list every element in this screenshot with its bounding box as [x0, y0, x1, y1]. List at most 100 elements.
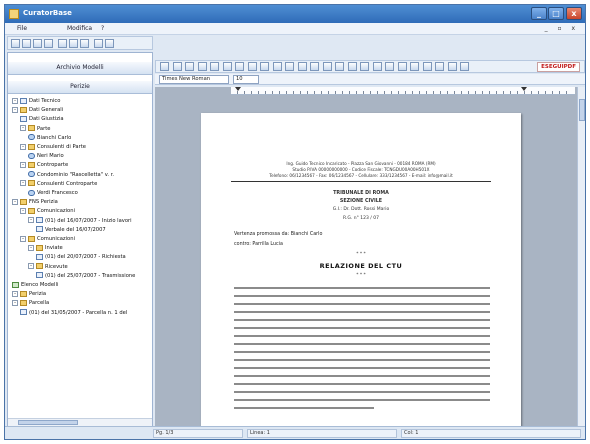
tree-node[interactable]: Verdi Francesco — [28, 189, 78, 197]
expand-collapse-icon[interactable]: - — [20, 125, 26, 132]
scroll-thumb[interactable] — [579, 99, 585, 121]
open-icon[interactable] — [22, 39, 31, 48]
list-icon[interactable] — [210, 62, 219, 71]
menu-help[interactable]: ? — [101, 25, 104, 32]
expand-collapse-icon[interactable]: - — [12, 299, 18, 306]
table-icon[interactable] — [172, 62, 182, 71]
tree-node[interactable]: - FNS Perizia — [12, 198, 58, 206]
color-icon[interactable] — [360, 62, 369, 71]
scroll-thumb[interactable] — [18, 420, 78, 425]
tree-node[interactable]: - Consulenti di Parte — [20, 143, 86, 151]
expand-collapse-icon[interactable]: - — [12, 106, 18, 113]
print-icon[interactable] — [44, 39, 53, 48]
tree-node[interactable]: (01) del 25/07/2007 - Trasmissione — [36, 272, 135, 280]
tree-node[interactable]: (01) del 31/05/2007 - Parcella n. 1 del — [20, 309, 127, 317]
new-icon[interactable] — [11, 39, 20, 48]
perizie-header[interactable]: Perizie — [8, 81, 152, 94]
search-icon[interactable] — [297, 62, 307, 71]
tree-node[interactable]: - Parcella — [12, 299, 49, 307]
maximize-button[interactable]: □ — [548, 7, 564, 20]
archive-header[interactable]: Archivio Modelli — [8, 62, 152, 75]
expand-collapse-icon[interactable]: - — [20, 207, 26, 214]
tree-node[interactable]: - Dati Tecnico — [12, 97, 60, 105]
tree-node[interactable]: - Ricevute — [28, 263, 68, 271]
defendant: contro: Parrilla Lucia — [234, 242, 283, 247]
font-size-select[interactable]: 10 — [233, 75, 259, 84]
italic-icon[interactable] — [335, 62, 344, 71]
save-icon[interactable] — [33, 39, 42, 48]
font-name-select[interactable]: Times New Roman — [159, 75, 229, 84]
close-button[interactable]: x — [566, 7, 582, 20]
expand-collapse-icon[interactable]: - — [12, 198, 18, 205]
tree-node[interactable]: - Perizia — [12, 290, 46, 298]
tree-node[interactable]: - Parte — [20, 125, 50, 133]
indent-icon[interactable] — [222, 62, 232, 71]
tree-node[interactable]: Bianchi Carlo — [28, 134, 71, 142]
body-text-line — [234, 311, 490, 313]
expand-collapse-icon[interactable]: - — [20, 235, 26, 242]
copy-icon[interactable] — [69, 39, 78, 48]
undo-icon[interactable] — [94, 39, 103, 48]
doc-icon — [36, 253, 43, 260]
align-right-icon[interactable] — [272, 62, 282, 71]
tree-node[interactable]: Neri Mario — [28, 152, 64, 160]
align-center-icon[interactable] — [260, 62, 269, 71]
tree-node[interactable]: - Comunicazioni — [20, 207, 75, 215]
tree-node[interactable]: (01) del 20/07/2007 - Richiesta — [36, 253, 126, 261]
tree-node[interactable]: - Dati Generali — [12, 106, 63, 114]
menu-modifica[interactable]: Modifica — [67, 25, 92, 32]
mdi-window-controls[interactable]: _ ▫ x — [545, 25, 579, 32]
document-vertical-scrollbar[interactable] — [577, 87, 585, 427]
title-bar[interactable]: CuratorBase _ □ x — [5, 5, 585, 23]
image-icon[interactable] — [185, 62, 194, 71]
tree-node[interactable]: Elenco Modelli — [12, 281, 58, 289]
expand-collapse-icon[interactable]: - — [20, 143, 26, 150]
underline-icon[interactable] — [347, 62, 357, 71]
document-page[interactable]: Ing. Guido Tecnico Incaricato - Piazza S… — [201, 113, 521, 427]
tree-horizontal-scrollbar[interactable] — [8, 418, 152, 426]
footer-icon[interactable] — [422, 62, 432, 71]
tree-node[interactable]: - Inviate — [28, 244, 63, 252]
tree-node-label: (01) del 25/07/2007 - Trasmissione — [45, 272, 136, 279]
expand-collapse-icon[interactable]: - — [12, 290, 18, 297]
expand-collapse-icon[interactable]: - — [28, 244, 34, 251]
minimize-button[interactable]: _ — [531, 7, 547, 20]
tree-node[interactable]: Condominio "Rascelletta" v. r. — [28, 171, 114, 179]
bold-icon[interactable] — [322, 62, 332, 71]
page-icon[interactable] — [435, 62, 444, 71]
tree-node[interactable]: Verbale del 16/07/2007 — [36, 226, 106, 234]
highlight-icon[interactable] — [372, 62, 382, 71]
paste-icon[interactable] — [80, 39, 89, 48]
preview-icon[interactable] — [397, 62, 407, 71]
redo-icon[interactable] — [105, 39, 114, 48]
expand-collapse-icon[interactable]: - — [12, 97, 18, 104]
menu-file[interactable]: File — [17, 25, 27, 32]
header-icon[interactable] — [410, 62, 419, 71]
tree-node[interactable]: Dati Giustizia — [20, 115, 64, 123]
pdf-button[interactable]: ESEGUIPDF — [537, 62, 580, 72]
settings-icon[interactable] — [460, 62, 469, 71]
tree-node[interactable]: - Comunicazioni — [20, 235, 75, 243]
ruler-tick — [265, 91, 266, 94]
expand-collapse-icon[interactable]: - — [20, 161, 26, 168]
outdent-icon[interactable] — [235, 62, 244, 71]
margin-marker[interactable] — [521, 87, 527, 91]
document-area[interactable]: Ing. Guido Tecnico Incaricato - Piazza S… — [155, 87, 577, 427]
ruler[interactable] — [231, 87, 575, 95]
folder-icon — [20, 198, 27, 205]
align-left-icon[interactable] — [247, 62, 257, 71]
tree-node[interactable]: - Consulenti Controparte — [20, 180, 97, 188]
justify-icon[interactable] — [285, 62, 294, 71]
zoom-icon[interactable] — [310, 62, 319, 71]
expand-collapse-icon[interactable]: - — [28, 263, 34, 270]
expand-collapse-icon[interactable]: - — [20, 180, 26, 187]
tree-node[interactable]: - (01) del 16/07/2007 - Inizio lavori — [28, 217, 132, 225]
field-icon[interactable] — [197, 62, 207, 71]
expand-collapse-icon[interactable]: - — [28, 217, 34, 224]
export-icon[interactable] — [447, 62, 457, 71]
spell-icon[interactable] — [385, 62, 394, 71]
margin-marker[interactable] — [235, 87, 241, 91]
insert-icon[interactable] — [160, 62, 169, 71]
cut-icon[interactable] — [58, 39, 67, 48]
tree-node[interactable]: - Controparte — [20, 161, 68, 169]
